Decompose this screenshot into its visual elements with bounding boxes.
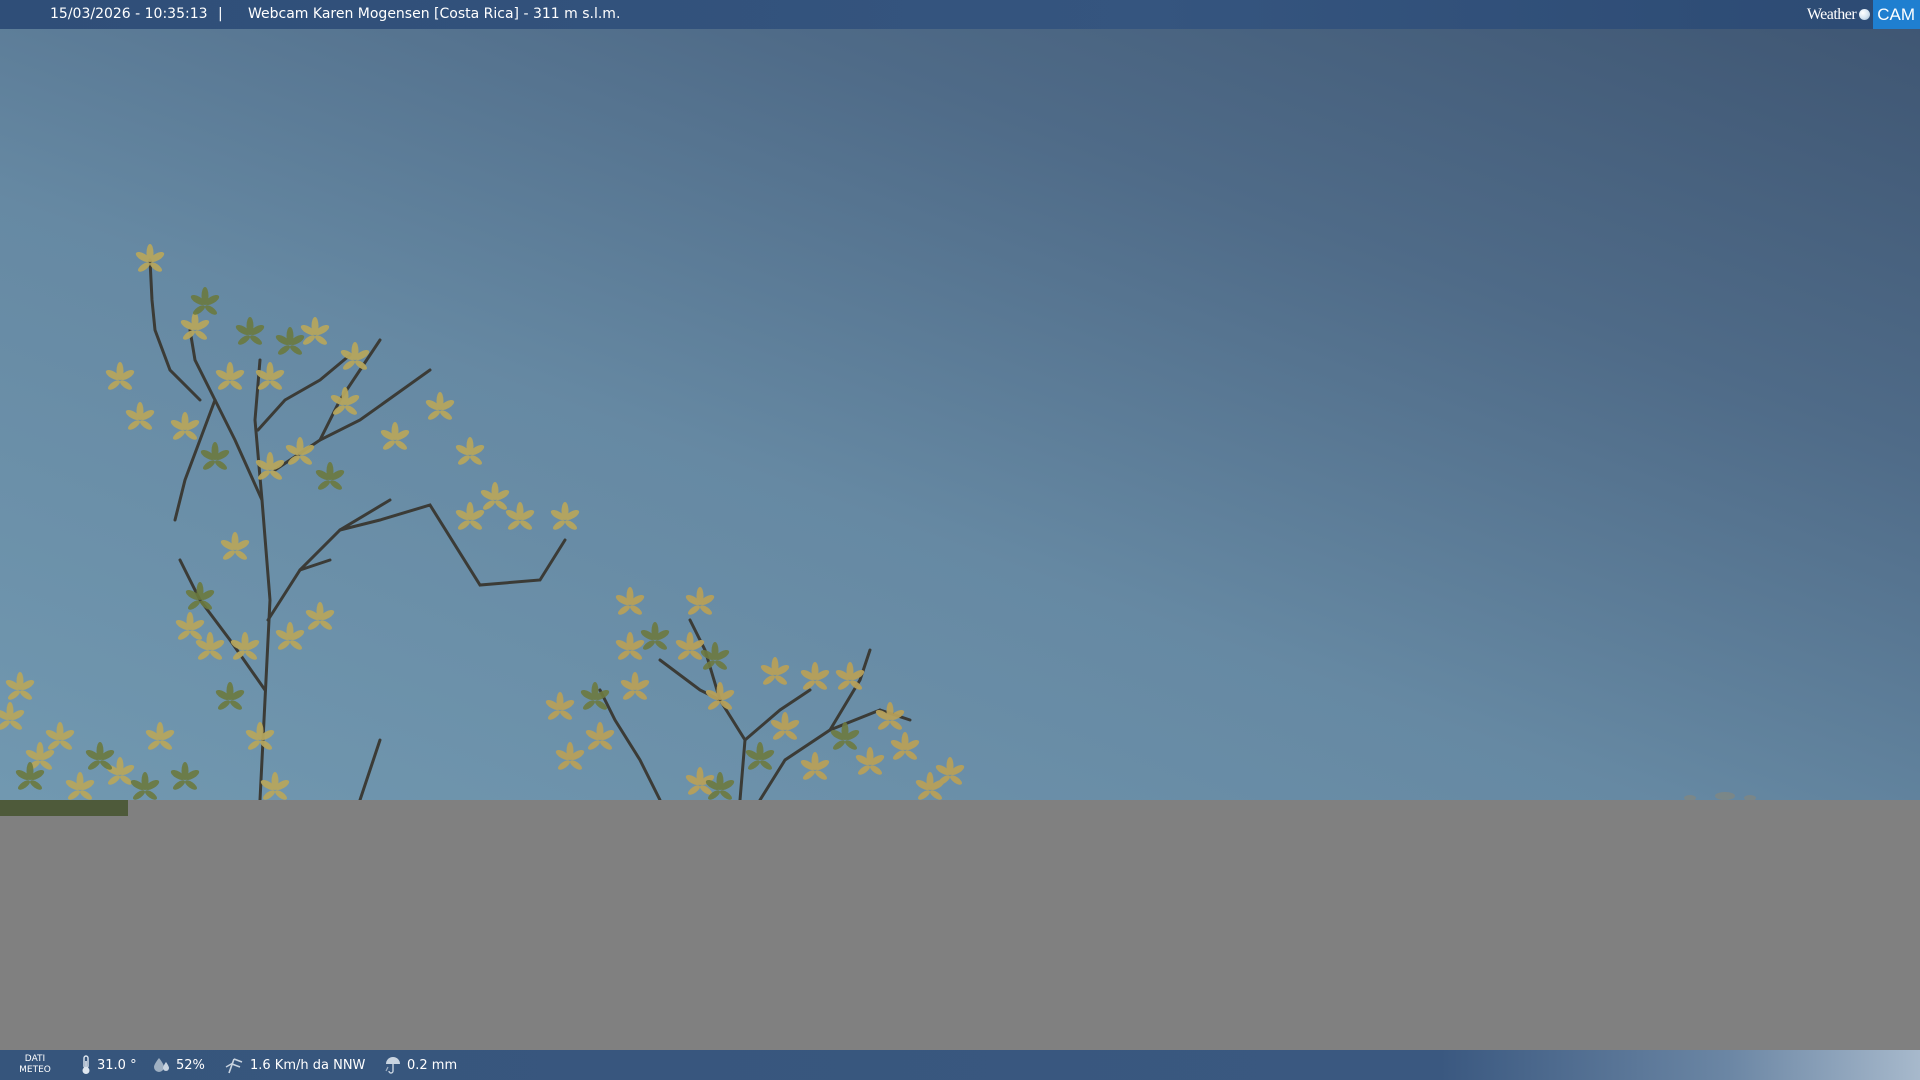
webcam-frame: 15/03/2026 - 10:35:13 | Webcam Karen Mog… [0,0,1920,1080]
temperature-value: 31.0 ° [97,1057,137,1073]
webcam-title: Webcam Karen Mogensen [Costa Rica] - 311… [248,6,621,22]
separator: | [218,6,223,22]
wind-reading: 1.6 Km/h da NNW [225,1050,365,1080]
rain-reading: 0.2 mm [384,1050,457,1080]
wind-icon [225,1058,243,1074]
thermometer-icon [82,1055,90,1074]
rain-value: 0.2 mm [407,1057,458,1073]
logo-cam: CAM [1873,0,1920,29]
meteo-label-line1: DATI [24,1054,46,1064]
meteo-label: DATI METEO [16,1054,54,1076]
rain-icon [385,1057,400,1074]
logo-globe-icon [1859,9,1871,20]
privacy-mask [0,800,1920,1050]
weathercam-logo[interactable]: Weather CAM [1807,0,1920,29]
tree-canopy [0,244,1756,800]
logo-word: Weather [1806,6,1857,23]
humidity-icon [154,1058,169,1072]
top-info-bar: 15/03/2026 - 10:35:13 | Webcam Karen Mog… [0,0,1920,29]
meteo-label-line2: METEO [19,1065,51,1075]
humidity-value: 52% [176,1057,205,1073]
timestamp: 15/03/2026 - 10:35:13 [50,6,208,22]
temperature-reading: 31.0 ° [80,1050,137,1080]
humidity-reading: 52% [153,1050,205,1080]
weather-data-bar: DATI METEO 31.0 ° 52% 1.6 Km/h da NNW 0.… [0,1050,1920,1080]
webcam-image [0,0,1920,1080]
foliage-strip [0,800,128,816]
wind-value: 1.6 Km/h da NNW [250,1057,366,1073]
